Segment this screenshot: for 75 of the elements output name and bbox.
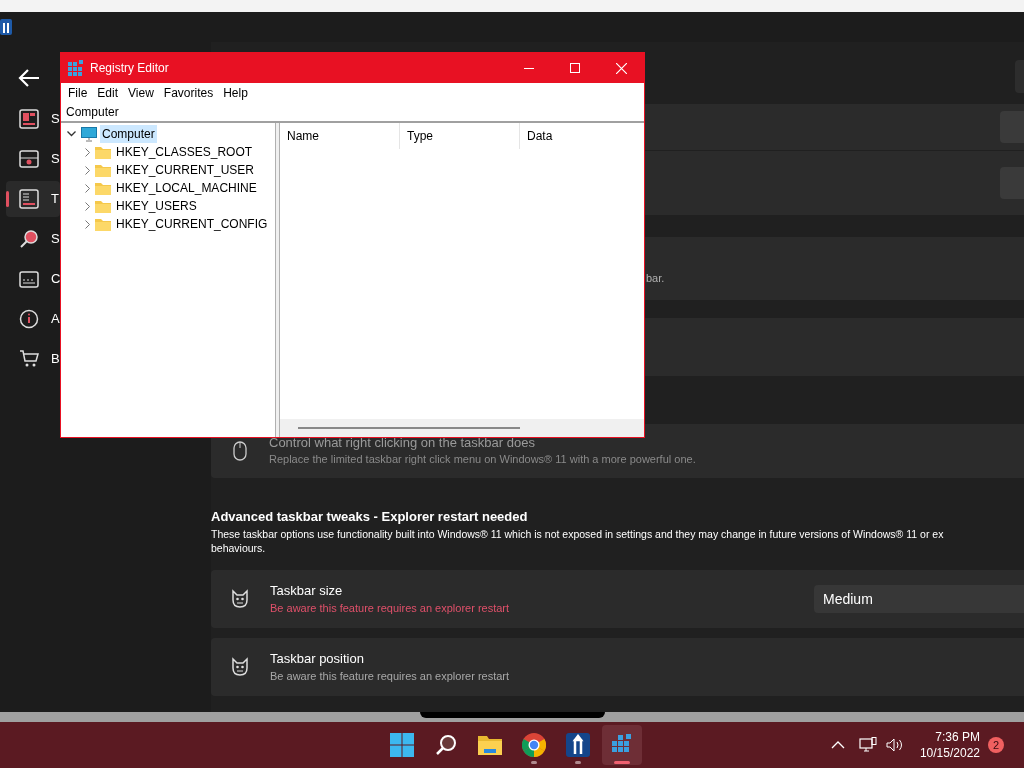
tweak-title: Taskbar position [270, 650, 365, 668]
tree-item[interactable]: HKEY_USERS [116, 197, 197, 215]
network-icon[interactable] [858, 737, 877, 753]
chrome-icon [522, 733, 546, 757]
column-header[interactable]: Type [400, 123, 520, 149]
caret-up-icon[interactable] [830, 741, 845, 749]
tweak-note: Be aware this feature requires an explorer restart [270, 601, 510, 616]
search-icon [19, 229, 39, 249]
column-header[interactable]: Name [280, 123, 400, 149]
computer-icon [81, 126, 97, 142]
cart-icon [19, 349, 39, 369]
section-heading: Advanced taskbar tweaks - Explorer restart needed [211, 508, 529, 526]
option-description: Replace the limited taskbar right click menu on Windows® 11 with a more powerful one. [269, 452, 696, 467]
option-title: Control what right clicking on the taskbar does [269, 435, 536, 451]
keyboard-icon [19, 269, 39, 289]
sidebar-item[interactable]: C [6, 261, 60, 297]
folder-icon [95, 199, 111, 213]
registry-icon [68, 60, 84, 76]
cat-icon [230, 657, 250, 677]
tweak-title: Taskbar size [270, 582, 344, 600]
folder-icon [95, 163, 111, 177]
menu-item[interactable]: Favorites [158, 83, 219, 102]
chevron-right-icon[interactable] [85, 165, 90, 175]
sidebar-item[interactable]: A [6, 301, 60, 337]
scrollbar-thumb[interactable] [298, 427, 520, 429]
tree-item[interactable]: Computer [100, 125, 157, 143]
menu-item[interactable]: File [63, 83, 93, 102]
mouse-icon [233, 441, 247, 461]
notification-badge[interactable]: 2 [988, 737, 1004, 753]
minimize-icon [524, 67, 534, 69]
clock-time[interactable]: 7:36 PM [935, 729, 980, 745]
column-header[interactable]: Data [520, 123, 644, 149]
sidebar-item[interactable]: B [6, 341, 60, 377]
folder-icon [95, 145, 111, 159]
dropdown[interactable]: Medium [814, 585, 1024, 613]
maximize-icon [570, 63, 580, 73]
drive-icon [19, 149, 39, 169]
folder-icon [95, 181, 111, 195]
tree-item[interactable]: HKEY_LOCAL_MACHINE [116, 179, 257, 197]
taskbar-icon [19, 189, 39, 209]
chevron-right-icon[interactable] [85, 201, 90, 211]
tree-item[interactable]: HKEY_CURRENT_USER [116, 161, 255, 179]
app-icon [0, 19, 12, 35]
address-bar[interactable]: Computer [61, 102, 644, 123]
folder-icon [478, 735, 502, 755]
windows-logo-icon [390, 733, 414, 757]
sidebar-item[interactable]: S [6, 141, 60, 177]
section-description: behaviours. [211, 541, 267, 555]
window-title: Registry Editor [90, 60, 169, 77]
horizontal-scrollbar[interactable] [280, 419, 644, 437]
sidebar-item[interactable]: S [6, 221, 60, 257]
chevron-right-icon[interactable] [85, 147, 90, 157]
volume-icon[interactable] [885, 738, 904, 752]
tree-item[interactable]: HKEY_CLASSES_ROOT [116, 143, 253, 161]
sidebar-item[interactable]: S [6, 101, 60, 137]
menu-item[interactable]: View [123, 83, 159, 102]
section-description: These taskbar options use functionality built into Windows® 11 which is not exposed in settings and they may change in future versions of Windows® 11 or ex [211, 527, 945, 541]
chevron-right-icon[interactable] [85, 183, 90, 193]
cat-icon [230, 589, 250, 609]
window-icon [19, 109, 39, 129]
chevron-down-icon[interactable] [66, 131, 76, 137]
clock-date[interactable]: 10/15/2022 [919, 745, 980, 761]
close-icon [615, 62, 627, 74]
search-icon [435, 734, 457, 756]
sidebar-item[interactable]: T [6, 181, 60, 217]
tree-item[interactable]: HKEY_CURRENT_CONFIG [116, 215, 268, 233]
folder-icon [95, 217, 111, 231]
chevron-right-icon[interactable] [85, 219, 90, 229]
menu-item[interactable]: Help [218, 83, 253, 102]
menu-item[interactable]: Edit [92, 83, 124, 102]
tweak-note: Be aware this feature requires an explorer restart [270, 669, 510, 684]
app-icon [566, 733, 590, 757]
card-description: bar. [646, 270, 665, 286]
back-arrow-icon[interactable] [17, 68, 41, 88]
info-icon [19, 309, 39, 329]
